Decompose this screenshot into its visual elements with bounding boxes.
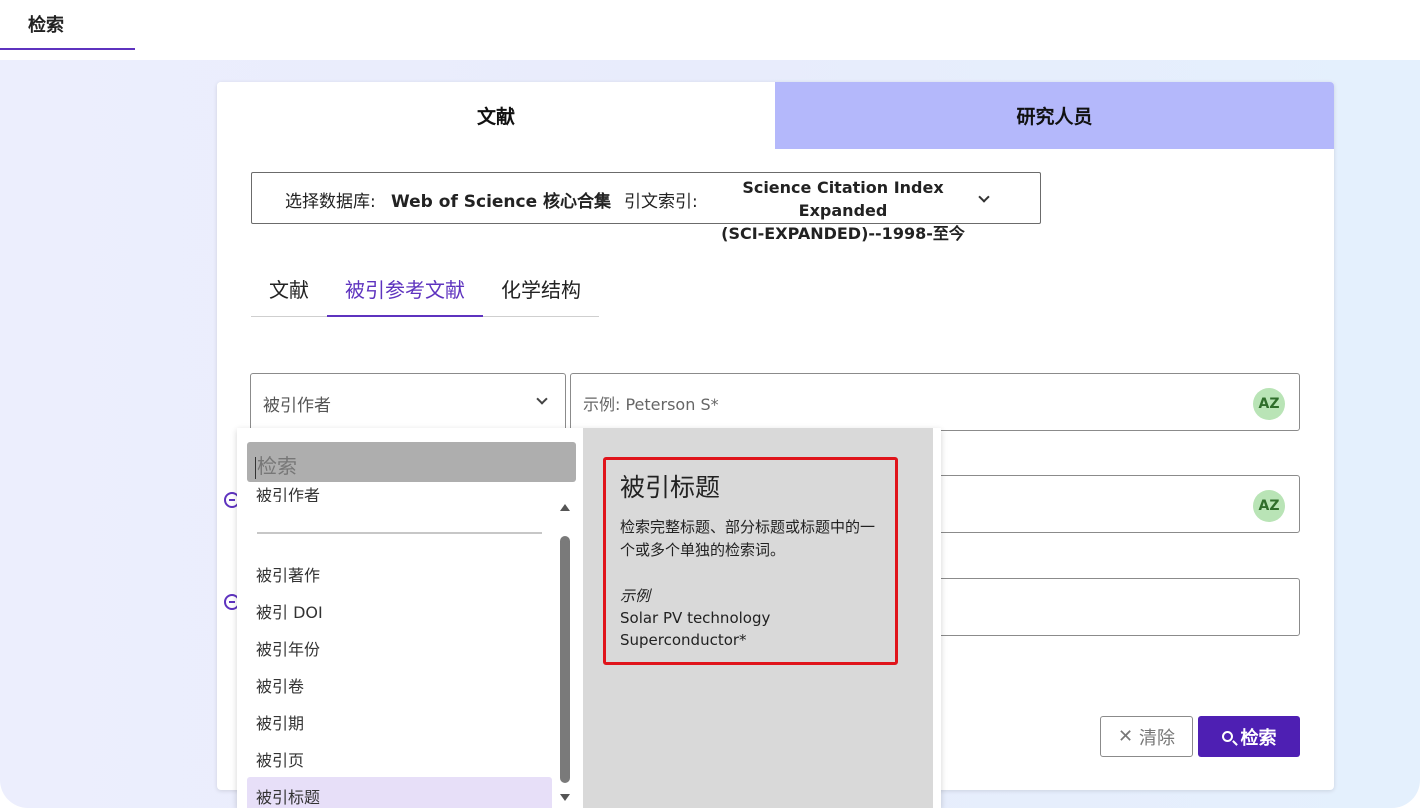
search-button[interactable]: 检索	[1198, 716, 1300, 757]
list-item[interactable]: 被引年份	[247, 629, 552, 663]
tab-researchers[interactable]: 研究人员	[775, 82, 1334, 149]
field-dropdown: 检索 被引作者 被引著作 被引 DOI 被引年份 被引卷 被引期 被引页 被引标…	[237, 428, 941, 808]
clear-button-label: 清除	[1139, 727, 1176, 749]
scrollbar-thumb[interactable]	[560, 536, 570, 783]
top-tab-search[interactable]: 检索	[0, 0, 135, 50]
list-item-selected[interactable]: 被引标题	[247, 777, 552, 808]
field-option-list: 被引作者 被引著作 被引 DOI 被引年份 被引卷 被引期 被引页 被引标题	[247, 484, 553, 808]
scroll-down-icon[interactable]	[560, 794, 570, 801]
list-item[interactable]: 被引页	[247, 740, 552, 774]
clear-button[interactable]: ✕ 清除	[1100, 716, 1193, 757]
field-select-value: 被引作者	[263, 396, 331, 416]
scrollbar[interactable]	[558, 498, 572, 808]
az-index-icon[interactable]: AZ	[1253, 490, 1285, 522]
field-help-pane: 被引标题 检索完整标题、部分标题或标题中的一个或多个单独的检索词。 示例 Sol…	[583, 428, 933, 808]
chevron-down-icon[interactable]	[978, 191, 990, 203]
citation-index-line1: Science Citation Index Expanded	[742, 178, 944, 220]
tab-documents-search[interactable]: 文献	[251, 268, 327, 317]
list-item[interactable]: 被引卷	[247, 666, 552, 700]
tab-documents[interactable]: 文献	[217, 82, 775, 149]
scroll-up-icon[interactable]	[560, 504, 570, 511]
text-caret	[255, 456, 256, 479]
search-icon	[1221, 731, 1233, 742]
query-placeholder: 示例: Peterson S*	[583, 395, 719, 414]
query-input[interactable]: 示例: Peterson S* AZ	[570, 373, 1300, 431]
field-dropdown-list-pane: 检索 被引作者 被引著作 被引 DOI 被引年份 被引卷 被引期 被引页 被引标…	[237, 428, 583, 808]
list-item[interactable]: 被引作者	[247, 484, 552, 502]
help-example-label: 示例	[620, 587, 651, 605]
field-select[interactable]: 被引作者	[250, 373, 566, 431]
database-dropdown[interactable]: Web of Science 核心合集	[391, 187, 611, 212]
az-index-icon[interactable]: AZ	[1253, 388, 1285, 420]
chevron-down-icon	[536, 393, 548, 405]
dropdown-search-input[interactable]: 检索	[247, 442, 576, 482]
help-example: Solar PV technology	[620, 609, 771, 627]
list-item[interactable]: 被引 DOI	[247, 592, 552, 626]
help-description: 检索完整标题、部分标题或标题中的一个或多个单独的检索词。	[620, 518, 876, 559]
top-nav: 检索	[0, 0, 1420, 60]
list-item[interactable]: 被引著作	[247, 555, 552, 589]
tab-chemical-structure[interactable]: 化学结构	[483, 268, 599, 317]
help-example: Superconductor*	[620, 631, 747, 649]
dropdown-search-placeholder: 检索	[257, 454, 297, 478]
citation-index-dropdown[interactable]: Science Citation Index Expanded (SCI-EXP…	[710, 176, 976, 245]
database-selector: 选择数据库: Web of Science 核心合集 引文索引: Science…	[251, 172, 1041, 243]
list-item[interactable]: 被引期	[247, 703, 552, 737]
search-button-label: 检索	[1240, 727, 1277, 749]
divider	[257, 532, 542, 534]
citation-index-line2: (SCI-EXPANDED)--1998-至今	[721, 224, 965, 243]
search-type-tabs: 文献 被引参考文献 化学结构	[251, 268, 599, 317]
help-title: 被引标题	[620, 473, 721, 502]
close-icon: ✕	[1117, 726, 1134, 747]
citation-index-label: 引文索引:	[624, 192, 698, 212]
tab-cited-references[interactable]: 被引参考文献	[327, 268, 483, 317]
database-label: 选择数据库:	[285, 192, 376, 212]
help-box: 被引标题 检索完整标题、部分标题或标题中的一个或多个单独的检索词。 示例 Sol…	[603, 457, 898, 665]
